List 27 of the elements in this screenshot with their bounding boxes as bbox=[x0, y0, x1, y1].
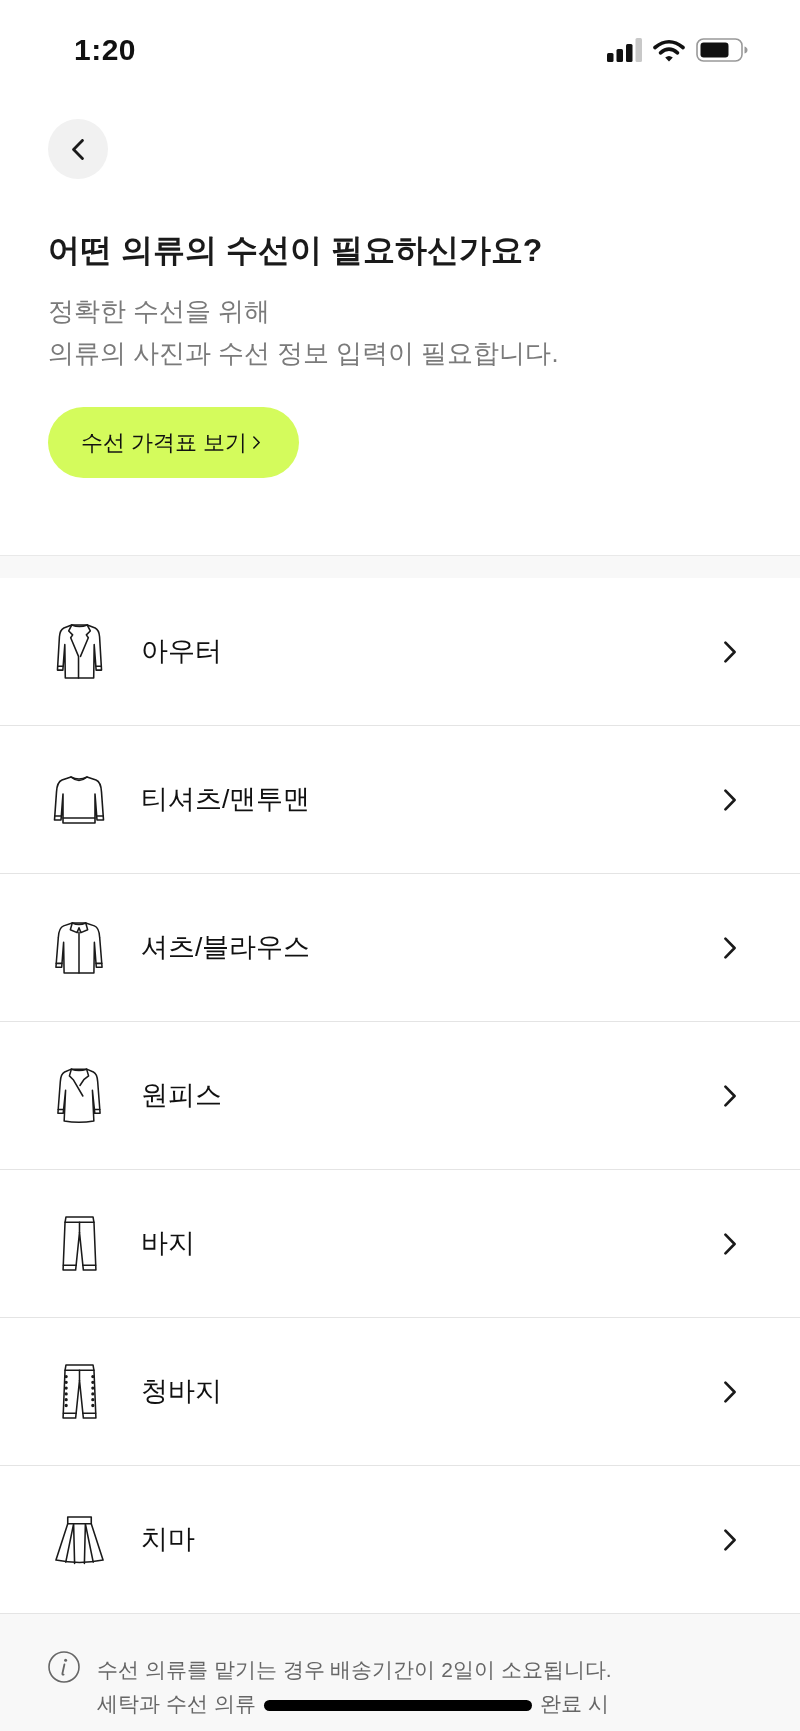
signal-icon bbox=[607, 38, 642, 62]
notice-text: 수선 의류를 맡기는 경우 배송기간이 2일이 소요됩니다. bbox=[97, 1657, 612, 1683]
battery-icon bbox=[696, 38, 748, 62]
chevron-right-icon bbox=[724, 640, 736, 663]
jeans-icon bbox=[61, 1363, 97, 1420]
pants-icon bbox=[61, 1215, 97, 1272]
notice-text: 세탁과 수선 의류 bbox=[97, 1691, 256, 1717]
price-table-button[interactable]: 수선 가격표 보기 bbox=[48, 407, 299, 478]
jacket-icon bbox=[55, 623, 103, 680]
back-icon bbox=[72, 138, 84, 160]
skirt-icon bbox=[53, 1514, 105, 1565]
info-icon bbox=[48, 1651, 80, 1683]
page-title: 어떤 의류의 수선이 필요하신가요? bbox=[48, 231, 543, 270]
description-text: 정확한 수선을 위해 의류의 사진과 수선 정보 입력이 필요합니다. bbox=[48, 296, 559, 369]
chevron-right-icon bbox=[253, 436, 261, 449]
notice-text: 완료 시 bbox=[540, 1691, 609, 1717]
chevron-right-icon bbox=[724, 1232, 736, 1255]
long-jacket-icon bbox=[56, 1066, 102, 1125]
wifi-icon bbox=[653, 38, 685, 62]
status-time: 1:20 bbox=[74, 35, 137, 65]
chevron-right-icon bbox=[724, 936, 736, 959]
shirt-icon bbox=[54, 920, 104, 975]
chevron-right-icon bbox=[724, 1380, 736, 1403]
chevron-right-icon bbox=[724, 1084, 736, 1107]
sweatshirt-icon bbox=[53, 774, 105, 825]
chevron-right-icon bbox=[724, 1528, 736, 1551]
chevron-right-icon bbox=[724, 788, 736, 811]
